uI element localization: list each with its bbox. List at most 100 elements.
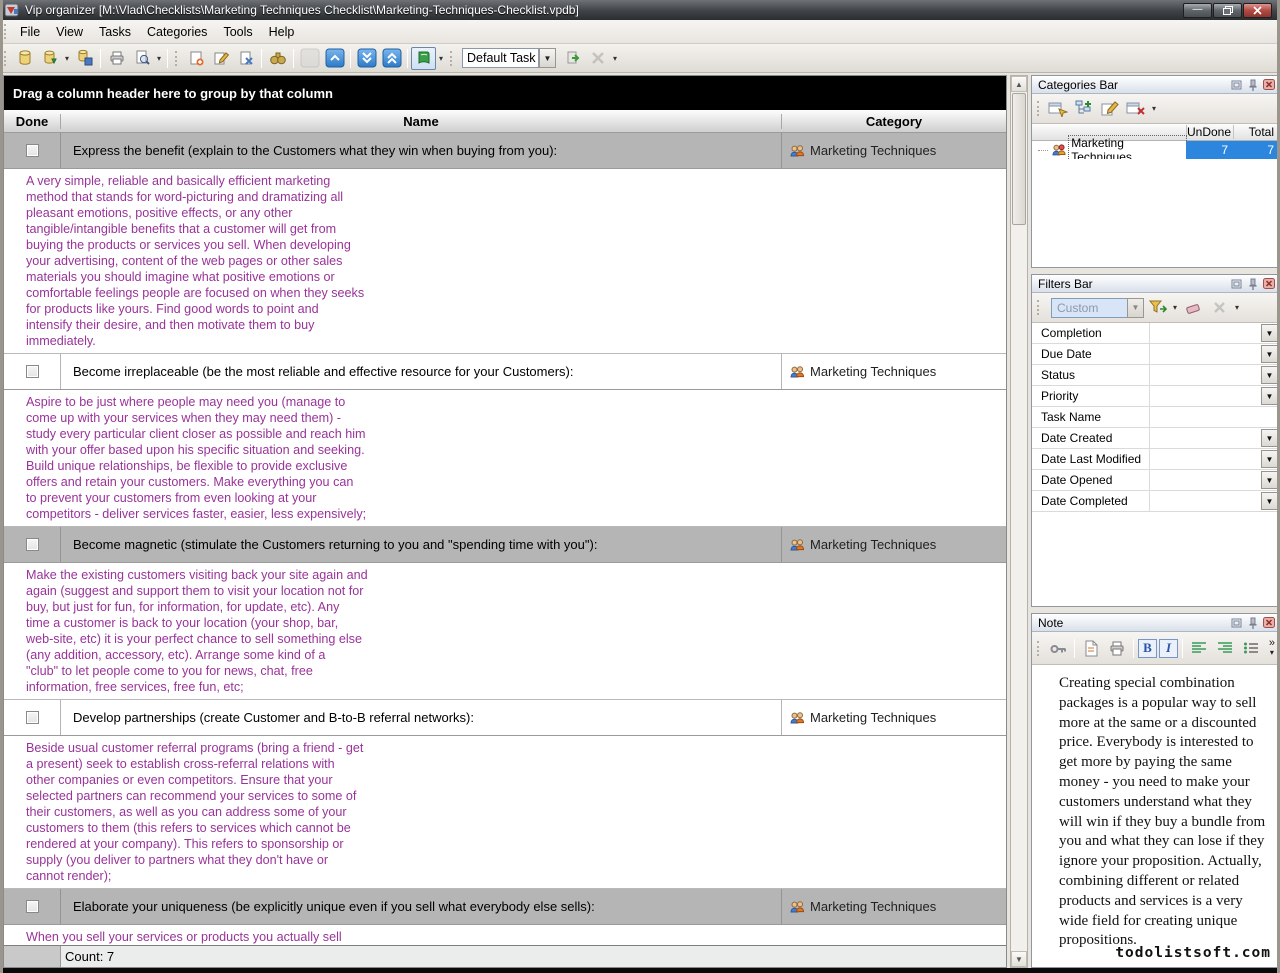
- new-task-button[interactable]: [183, 47, 208, 70]
- task-row[interactable]: Elaborate your uniqueness (be explicitly…: [4, 889, 1006, 925]
- minimize-button[interactable]: —: [1183, 3, 1212, 18]
- filter-value[interactable]: [1150, 407, 1279, 427]
- column-header-name[interactable]: Name: [61, 114, 782, 129]
- add-category-button[interactable]: [1045, 97, 1071, 121]
- filter-dropdown-button[interactable]: ▼: [1261, 387, 1278, 405]
- panel-close-button[interactable]: [1261, 277, 1276, 291]
- filter-value[interactable]: [1150, 365, 1260, 385]
- note-toolbar-overflow[interactable]: » ▾: [1269, 639, 1279, 657]
- restore-button[interactable]: [1213, 3, 1242, 18]
- menu-tools[interactable]: Tools: [215, 22, 260, 42]
- filter-dropdown-button[interactable]: ▼: [1261, 471, 1278, 489]
- italic-button[interactable]: I: [1159, 639, 1178, 658]
- done-checkbox[interactable]: [26, 538, 39, 551]
- filter-preset-dropdown[interactable]: ▼: [1127, 298, 1144, 318]
- task-row[interactable]: Develop partnerships (create Customer an…: [4, 700, 1006, 736]
- column-header-done[interactable]: Done: [4, 114, 61, 129]
- done-checkbox[interactable]: [26, 144, 39, 157]
- note-text-area[interactable]: Creating special combination packages is…: [1032, 665, 1279, 967]
- group-by-band[interactable]: Drag a column header here to group by th…: [4, 76, 1006, 110]
- insert-hyperlink-button[interactable]: [1045, 636, 1071, 660]
- panel-maximize-button[interactable]: [1229, 277, 1244, 291]
- panel-close-button[interactable]: [1261, 78, 1276, 92]
- filter-dropdown-button[interactable]: ▼: [1261, 366, 1278, 384]
- new-database-button[interactable]: [12, 47, 37, 70]
- bullet-list-button[interactable]: [1238, 636, 1264, 660]
- scroll-down-arrow[interactable]: ▼: [1011, 951, 1027, 967]
- delete-filter-button[interactable]: [1206, 296, 1232, 320]
- clear-template-button[interactable]: [585, 47, 610, 70]
- filter-dropdown-button[interactable]: ▼: [1261, 324, 1278, 342]
- task-template-combo[interactable]: Default Task ▼: [462, 48, 556, 68]
- move-down-button[interactable]: [297, 47, 322, 70]
- filter-value[interactable]: [1150, 491, 1260, 511]
- align-right-button[interactable]: [1212, 636, 1238, 660]
- undone-column-header[interactable]: UnDone: [1186, 125, 1233, 139]
- menu-categories[interactable]: Categories: [139, 22, 215, 42]
- scroll-up-arrow[interactable]: ▲: [1011, 76, 1027, 92]
- task-row[interactable]: Become magnetic (stimulate the Customers…: [4, 527, 1006, 563]
- filter-value[interactable]: [1150, 428, 1260, 448]
- edit-category-button[interactable]: [1097, 97, 1123, 121]
- open-database-button[interactable]: [37, 47, 62, 70]
- task-row[interactable]: Become irreplaceable (be the most reliab…: [4, 354, 1006, 390]
- find-button[interactable]: [265, 47, 290, 70]
- menu-view[interactable]: View: [48, 22, 91, 42]
- print-preview-button[interactable]: [129, 47, 154, 70]
- vertical-scrollbar[interactable]: ▲ ▼: [1010, 75, 1028, 968]
- delete-task-button[interactable]: [233, 47, 258, 70]
- filter-value[interactable]: [1150, 470, 1260, 490]
- panel-pin-button[interactable]: [1245, 277, 1260, 291]
- filter-value[interactable]: [1150, 344, 1260, 364]
- panel-maximize-button[interactable]: [1229, 78, 1244, 92]
- filter-dropdown[interactable]: ▾: [1170, 303, 1180, 312]
- save-database-button[interactable]: [72, 47, 97, 70]
- scrollbar-thumb[interactable]: [1012, 93, 1026, 225]
- panel-pin-button[interactable]: [1245, 616, 1260, 630]
- category-row[interactable]: Marketing Techniques 7 7: [1032, 141, 1279, 159]
- print-dropdown[interactable]: ▾: [154, 54, 164, 63]
- done-checkbox[interactable]: [26, 711, 39, 724]
- filter-dropdown-button[interactable]: ▼: [1261, 450, 1278, 468]
- menu-file[interactable]: File: [12, 22, 48, 42]
- bold-button[interactable]: B: [1138, 639, 1157, 658]
- panel-maximize-button[interactable]: [1229, 616, 1244, 630]
- done-checkbox[interactable]: [26, 365, 39, 378]
- menu-tasks[interactable]: Tasks: [91, 22, 139, 42]
- done-checkbox[interactable]: [26, 900, 39, 913]
- close-button[interactable]: [1243, 3, 1272, 18]
- scrollbar-track[interactable]: [1011, 226, 1027, 951]
- print-button[interactable]: [104, 47, 129, 70]
- add-subcategory-button[interactable]: [1071, 97, 1097, 121]
- notes-panel-toggle[interactable]: [411, 47, 436, 70]
- filter-value[interactable]: [1150, 449, 1260, 469]
- task-template-dropdown[interactable]: ▼: [539, 48, 556, 68]
- filter-dropdown-button[interactable]: ▼: [1261, 429, 1278, 447]
- apply-template-button[interactable]: [560, 47, 585, 70]
- toolbar-overflow[interactable]: ▾: [610, 54, 620, 63]
- move-up-button[interactable]: [322, 47, 347, 70]
- panel-close-button[interactable]: [1261, 616, 1276, 630]
- insert-file-button[interactable]: [1078, 636, 1104, 660]
- filter-dropdown-button[interactable]: ▼: [1261, 345, 1278, 363]
- open-database-dropdown[interactable]: ▾: [62, 54, 72, 63]
- filters-toolbar-overflow[interactable]: ▾: [1232, 303, 1242, 312]
- print-note-button[interactable]: [1104, 636, 1130, 660]
- align-left-button[interactable]: [1186, 636, 1212, 660]
- apply-filter-button[interactable]: [1144, 296, 1170, 320]
- move-bottom-button[interactable]: [354, 47, 379, 70]
- notes-dropdown[interactable]: ▾: [436, 54, 446, 63]
- task-row[interactable]: Express the benefit (explain to the Cust…: [4, 133, 1006, 169]
- filter-dropdown-button[interactable]: ▼: [1261, 492, 1278, 510]
- move-top-button[interactable]: [379, 47, 404, 70]
- edit-task-button[interactable]: [208, 47, 233, 70]
- panel-pin-button[interactable]: [1245, 78, 1260, 92]
- total-column-header[interactable]: Total: [1233, 125, 1279, 139]
- column-header-category[interactable]: Category: [782, 114, 1006, 129]
- delete-category-button[interactable]: [1123, 97, 1149, 121]
- menu-help[interactable]: Help: [261, 22, 303, 42]
- filter-preset-combo[interactable]: Custom ▼: [1051, 298, 1144, 318]
- filter-value[interactable]: [1150, 386, 1260, 406]
- filter-value[interactable]: [1150, 323, 1260, 343]
- clear-filter-button[interactable]: [1180, 296, 1206, 320]
